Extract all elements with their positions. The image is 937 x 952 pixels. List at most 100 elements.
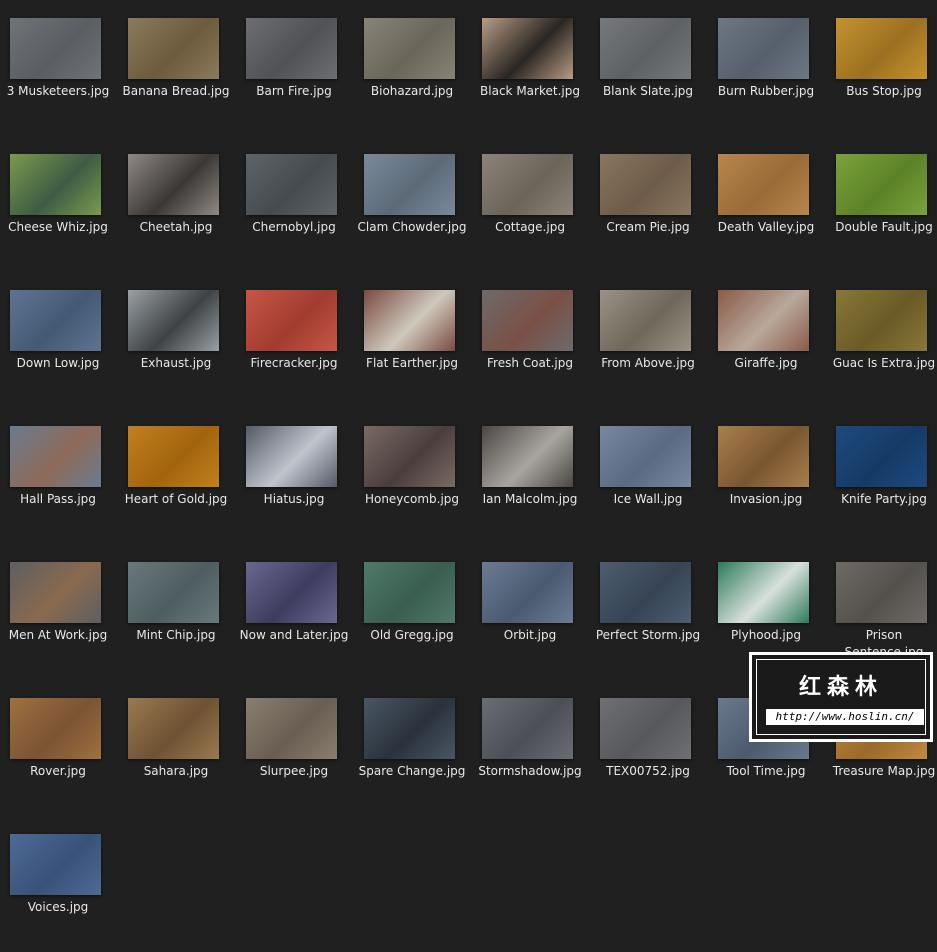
file-thumbnail[interactable] bbox=[600, 18, 691, 79]
file-item[interactable]: Invasion.jpg bbox=[708, 408, 826, 544]
file-thumbnail[interactable] bbox=[128, 426, 219, 487]
file-item[interactable]: Hiatus.jpg bbox=[236, 408, 354, 544]
file-item[interactable]: Rover.jpg bbox=[0, 680, 118, 816]
file-thumbnail[interactable] bbox=[836, 562, 927, 623]
file-item[interactable]: From Above.jpg bbox=[590, 272, 708, 408]
file-thumbnail[interactable] bbox=[10, 562, 101, 623]
file-thumbnail[interactable] bbox=[128, 18, 219, 79]
file-item[interactable]: Giraffe.jpg bbox=[708, 272, 826, 408]
file-item[interactable]: Mint Chip.jpg bbox=[118, 544, 236, 680]
file-item[interactable]: Cream Pie.jpg bbox=[590, 136, 708, 272]
file-thumbnail[interactable] bbox=[128, 698, 219, 759]
file-thumbnail[interactable] bbox=[10, 290, 101, 351]
file-thumbnail[interactable] bbox=[836, 426, 927, 487]
file-thumbnail[interactable] bbox=[128, 154, 219, 215]
file-item[interactable]: Honeycomb.jpg bbox=[354, 408, 472, 544]
file-item[interactable]: Flat Earther.jpg bbox=[354, 272, 472, 408]
file-thumbnail[interactable] bbox=[482, 290, 573, 351]
file-item[interactable]: Sahara.jpg bbox=[118, 680, 236, 816]
file-item[interactable]: Burn Rubber.jpg bbox=[708, 0, 826, 136]
file-item[interactable]: Guac Is Extra.jpg bbox=[826, 272, 937, 408]
file-item[interactable]: 3 Musketeers.jpg bbox=[0, 0, 118, 136]
file-item[interactable]: Voices.jpg bbox=[0, 816, 118, 952]
file-item[interactable]: Bus Stop.jpg bbox=[826, 0, 937, 136]
file-item[interactable]: Cheese Whiz.jpg bbox=[0, 136, 118, 272]
file-item[interactable]: Double Fault.jpg bbox=[826, 136, 937, 272]
file-thumbnail[interactable] bbox=[246, 154, 337, 215]
file-item[interactable]: Stormshadow.jpg bbox=[472, 680, 590, 816]
file-thumbnail[interactable] bbox=[482, 562, 573, 623]
file-item[interactable]: Slurpee.jpg bbox=[236, 680, 354, 816]
file-item[interactable]: TEX00752.jpg bbox=[590, 680, 708, 816]
file-item[interactable]: Hall Pass.jpg bbox=[0, 408, 118, 544]
file-item[interactable]: Perfect Storm.jpg bbox=[590, 544, 708, 680]
file-thumbnail[interactable] bbox=[364, 154, 455, 215]
file-item[interactable]: Biohazard.jpg bbox=[354, 0, 472, 136]
file-thumbnail[interactable] bbox=[10, 18, 101, 79]
file-thumbnail[interactable] bbox=[128, 562, 219, 623]
file-thumbnail[interactable] bbox=[364, 562, 455, 623]
file-item[interactable]: Fresh Coat.jpg bbox=[472, 272, 590, 408]
file-thumbnail[interactable] bbox=[718, 154, 809, 215]
file-item[interactable]: Knife Party.jpg bbox=[826, 408, 937, 544]
file-thumbnail[interactable] bbox=[482, 426, 573, 487]
file-item[interactable]: Barn Fire.jpg bbox=[236, 0, 354, 136]
file-item[interactable]: Ice Wall.jpg bbox=[590, 408, 708, 544]
file-thumbnail[interactable] bbox=[364, 18, 455, 79]
file-thumbnail[interactable] bbox=[482, 698, 573, 759]
file-name-label: Chernobyl.jpg bbox=[252, 220, 336, 234]
file-thumbnail[interactable] bbox=[600, 290, 691, 351]
file-thumbnail[interactable] bbox=[600, 698, 691, 759]
file-item[interactable]: Death Valley.jpg bbox=[708, 136, 826, 272]
file-item[interactable]: Now and Later.jpg bbox=[236, 544, 354, 680]
file-name-label: Mint Chip.jpg bbox=[136, 628, 216, 642]
file-item[interactable]: Chernobyl.jpg bbox=[236, 136, 354, 272]
file-name-label: Sahara.jpg bbox=[143, 764, 209, 778]
file-thumbnail[interactable] bbox=[600, 426, 691, 487]
file-item[interactable]: Heart of Gold.jpg bbox=[118, 408, 236, 544]
file-name-label: Hiatus.jpg bbox=[263, 492, 325, 506]
file-thumbnail[interactable] bbox=[482, 18, 573, 79]
file-item[interactable]: Spare Change.jpg bbox=[354, 680, 472, 816]
file-item[interactable]: Old Gregg.jpg bbox=[354, 544, 472, 680]
file-item[interactable]: Men At Work.jpg bbox=[0, 544, 118, 680]
file-thumbnail[interactable] bbox=[10, 154, 101, 215]
file-item[interactable]: Orbit.jpg bbox=[472, 544, 590, 680]
file-thumbnail[interactable] bbox=[246, 698, 337, 759]
file-item[interactable]: Cheetah.jpg bbox=[118, 136, 236, 272]
file-item[interactable]: Cottage.jpg bbox=[472, 136, 590, 272]
file-thumbnail[interactable] bbox=[718, 290, 809, 351]
file-thumbnail[interactable] bbox=[10, 698, 101, 759]
file-name-label: Men At Work.jpg bbox=[8, 628, 108, 642]
file-thumbnail[interactable] bbox=[836, 18, 927, 79]
file-item[interactable]: Black Market.jpg bbox=[472, 0, 590, 136]
file-thumbnail[interactable] bbox=[836, 290, 927, 351]
file-thumbnail[interactable] bbox=[246, 426, 337, 487]
file-item[interactable]: Ian Malcolm.jpg bbox=[472, 408, 590, 544]
file-thumbnail[interactable] bbox=[246, 18, 337, 79]
file-thumbnail[interactable] bbox=[10, 426, 101, 487]
file-thumbnail[interactable] bbox=[600, 154, 691, 215]
file-name-label: Honeycomb.jpg bbox=[364, 492, 460, 506]
file-thumbnail[interactable] bbox=[600, 562, 691, 623]
file-item[interactable]: Exhaust.jpg bbox=[118, 272, 236, 408]
file-name-label: Stormshadow.jpg bbox=[478, 764, 582, 778]
file-item[interactable]: Firecracker.jpg bbox=[236, 272, 354, 408]
file-thumbnail[interactable] bbox=[364, 290, 455, 351]
file-thumbnail[interactable] bbox=[364, 426, 455, 487]
file-thumbnail[interactable] bbox=[364, 698, 455, 759]
file-thumbnail[interactable] bbox=[246, 562, 337, 623]
file-item[interactable]: Clam Chowder.jpg bbox=[354, 136, 472, 272]
file-item[interactable]: Banana Bread.jpg bbox=[118, 0, 236, 136]
file-thumbnail[interactable] bbox=[10, 834, 101, 895]
file-item[interactable]: Down Low.jpg bbox=[0, 272, 118, 408]
file-thumbnail[interactable] bbox=[718, 426, 809, 487]
file-thumbnail[interactable] bbox=[128, 290, 219, 351]
file-thumbnail[interactable] bbox=[482, 154, 573, 215]
file-thumbnail[interactable] bbox=[836, 154, 927, 215]
file-name-label: Ian Malcolm.jpg bbox=[482, 492, 578, 506]
file-thumbnail[interactable] bbox=[246, 290, 337, 351]
file-thumbnail[interactable] bbox=[718, 562, 809, 623]
file-item[interactable]: Blank Slate.jpg bbox=[590, 0, 708, 136]
file-thumbnail[interactable] bbox=[718, 18, 809, 79]
